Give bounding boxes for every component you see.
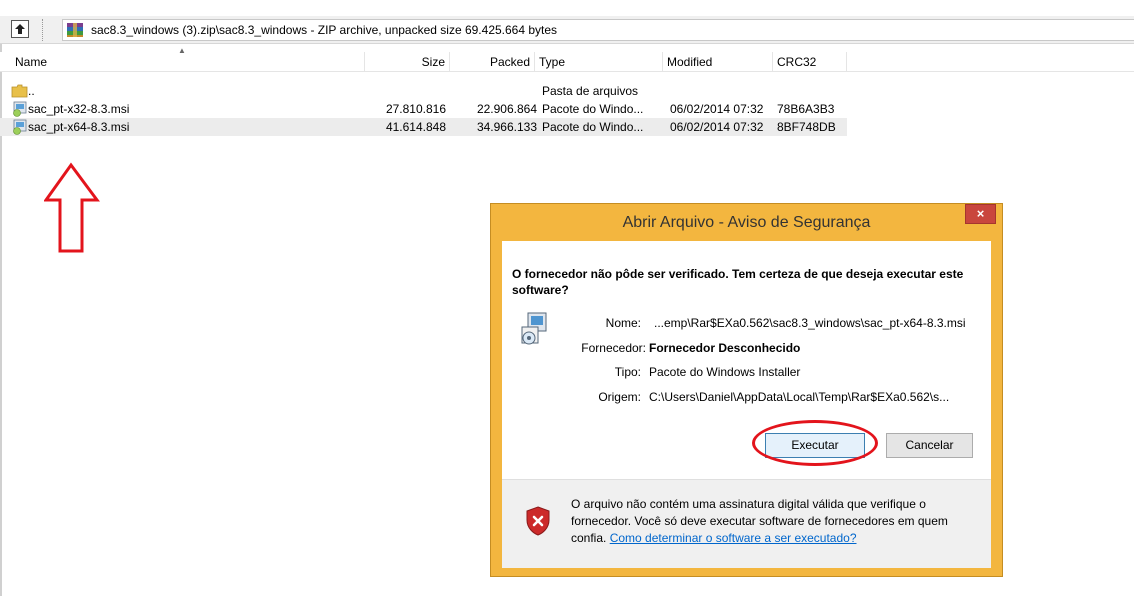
- column-crc32-label: CRC32: [777, 55, 817, 69]
- column-header-packed[interactable]: Packed: [450, 52, 535, 72]
- warning-area: O arquivo não contém uma assinatura digi…: [502, 479, 991, 568]
- file-packed-size: 34.966.133: [476, 120, 537, 134]
- field-row-publisher: Fornecedor: Fornecedor Desconhecido: [502, 341, 991, 357]
- path-bar: sac8.3_windows (3).zip\sac8.3_windows - …: [0, 16, 1134, 44]
- file-crc32: 8BF748DB: [777, 120, 836, 134]
- file-size: 27.810.816: [385, 102, 446, 116]
- file-name: sac_pt-x32-8.3.msi: [28, 102, 130, 116]
- list-item-selected[interactable]: sac_pt-x64-8.3.msi 41.614.848 34.966.133…: [0, 118, 847, 136]
- up-arrow-icon: [15, 24, 25, 34]
- red-up-arrow-annotation: [44, 162, 100, 253]
- dialog-body: O fornecedor não pôde ser verificado. Te…: [502, 241, 991, 568]
- dialog-title: Abrir Arquivo - Aviso de Segurança: [622, 214, 871, 231]
- zip-archive-icon: [67, 23, 83, 37]
- column-header-modified[interactable]: Modified: [663, 52, 773, 72]
- red-circle-annotation: [752, 420, 878, 466]
- path-field[interactable]: sac8.3_windows (3).zip\sac8.3_windows - …: [62, 19, 1134, 41]
- up-folder-button[interactable]: [11, 20, 29, 38]
- column-modified-label: Modified: [667, 55, 713, 69]
- msi-package-icon: [13, 119, 27, 135]
- publisher-value: Fornecedor Desconhecido: [649, 341, 801, 355]
- winrar-window: { "pathbar": { "path": "sac8.3_windows (…: [0, 0, 1134, 596]
- field-row-type: Tipo: Pacote do Windows Installer: [502, 365, 991, 381]
- column-type-label: Type: [539, 55, 566, 69]
- list-item[interactable]: sac_pt-x32-8.3.msi 27.810.816 22.906.864…: [0, 100, 847, 118]
- file-name: sac_pt-x64-8.3.msi: [28, 120, 130, 134]
- msi-package-icon: [13, 101, 27, 117]
- security-warning-dialog: Abrir Arquivo - Aviso de Segurança × O f…: [490, 203, 1003, 577]
- file-type: Pasta de arquivos: [542, 84, 639, 98]
- column-header-name[interactable]: Name: [11, 52, 365, 72]
- file-name: ..: [28, 84, 35, 98]
- column-packed-label: Packed: [489, 55, 530, 69]
- name-label: Nome:: [605, 316, 641, 330]
- file-type: Pacote do Windo...: [542, 120, 644, 134]
- file-list-header: ▲ Name Size Packed Type Modified CRC32: [0, 46, 1134, 72]
- column-name-label: Name: [15, 55, 48, 69]
- origin-value: C:\Users\Daniel\AppData\Local\Temp\Rar$E…: [649, 390, 950, 404]
- type-label: Tipo:: [614, 365, 641, 379]
- file-size: 41.614.848: [385, 120, 446, 134]
- folder-icon: [11, 84, 28, 98]
- column-header-type[interactable]: Type: [535, 52, 663, 72]
- type-value: Pacote do Windows Installer: [649, 365, 801, 379]
- cancel-button[interactable]: Cancelar: [886, 433, 973, 458]
- warning-message: O arquivo não contém uma assinatura digi…: [571, 496, 981, 547]
- close-button[interactable]: ×: [965, 204, 996, 224]
- column-header-crc32[interactable]: CRC32: [773, 52, 847, 72]
- name-value: ...emp\Rar$EXa0.562\sac8.3_windows\sac_p…: [654, 316, 966, 330]
- security-question: O fornecedor não pôde ser verificado. Te…: [512, 267, 964, 297]
- column-header-size[interactable]: Size: [365, 52, 450, 72]
- file-modified: 06/02/2014 07:32: [670, 102, 764, 116]
- file-modified: 06/02/2014 07:32: [670, 120, 764, 134]
- file-crc32: 78B6A3B3: [777, 102, 835, 116]
- field-row-name: Nome: ...emp\Rar$EXa0.562\sac8.3_windows…: [502, 316, 991, 332]
- security-shield-icon: [526, 506, 550, 536]
- column-size-label: Size: [421, 55, 445, 69]
- toolbar-separator: [42, 19, 45, 41]
- file-packed-size: 22.906.864: [476, 102, 537, 116]
- archive-path-text: sac8.3_windows (3).zip\sac8.3_windows - …: [91, 23, 558, 37]
- publisher-label: Fornecedor:: [581, 341, 646, 355]
- file-type: Pacote do Windo...: [542, 102, 644, 116]
- learn-more-link[interactable]: Como determinar o software a ser executa…: [610, 531, 857, 545]
- field-row-origin: Origem: C:\Users\Daniel\AppData\Local\Te…: [502, 390, 991, 406]
- origin-label: Origem:: [598, 390, 641, 404]
- list-item[interactable]: .. Pasta de arquivos: [0, 82, 847, 100]
